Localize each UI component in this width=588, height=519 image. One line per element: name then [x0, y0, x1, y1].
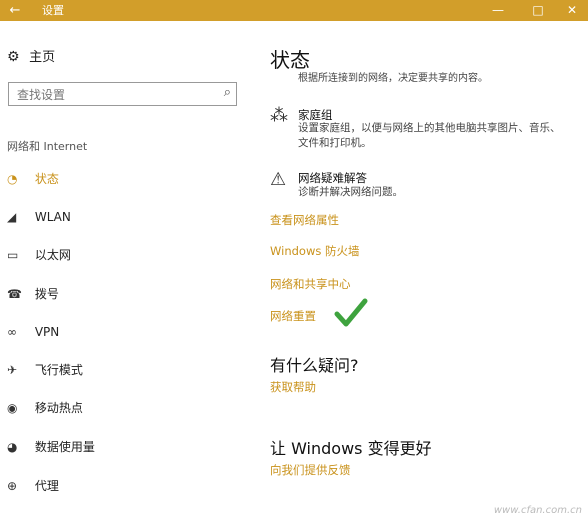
sidebar-item-label: WLAN: [34, 210, 71, 224]
sidebar-item-label: 移动热点: [34, 401, 83, 415]
view-network-properties-link[interactable]: 查看网络属性: [270, 212, 339, 228]
network-reset-link[interactable]: 网络重置: [270, 308, 316, 324]
sidebar-item-status[interactable]: ◔ 状态: [7, 170, 59, 188]
network-sharing-center-link[interactable]: 网络和共享中心: [270, 276, 351, 292]
feedback-link[interactable]: 向我们提供反馈: [270, 462, 351, 478]
sidebar-item-hotspot[interactable]: ◉ 移动热点: [7, 399, 83, 417]
search-icon[interactable]: ⌕: [224, 85, 231, 100]
window-title: 设置: [42, 4, 64, 17]
globe-status-icon: ◔: [7, 172, 18, 186]
warning-icon: ⚠: [270, 169, 287, 190]
search-input[interactable]: [15, 84, 209, 106]
help-heading: 有什么疑问?: [270, 356, 359, 375]
sidebar-item-label: 代理: [34, 479, 59, 493]
gear-icon: ⚙: [7, 49, 20, 65]
troubleshoot-description: 诊断并解决网络问题。: [298, 186, 403, 198]
sidebar-item-label: VPN: [34, 325, 60, 339]
checkmark-icon: [334, 298, 368, 327]
close-button[interactable]: ✕: [552, 0, 588, 21]
sidebar-item-label: 状态: [34, 172, 59, 186]
vpn-icon: ∞: [7, 325, 17, 339]
homegroup-icon: ⁂: [270, 105, 288, 126]
globe-icon: ⊕: [7, 479, 18, 493]
sidebar-item-data-usage[interactable]: ◕ 数据使用量: [7, 438, 95, 456]
airplane-icon: ✈: [7, 363, 18, 377]
dialup-icon: ☎: [7, 287, 22, 301]
troubleshoot-title[interactable]: 网络疑难解答: [298, 170, 367, 186]
cutoff-description: 根据所连接到的网络，决定要共享的内容。: [298, 73, 488, 84]
home-label: 主页: [29, 50, 56, 65]
sidebar-item-proxy[interactable]: ⊕ 代理: [7, 477, 59, 495]
title-bar: ← 设置 — □ ✕: [0, 0, 588, 21]
search-box: ⌕: [8, 82, 237, 106]
sidebar-item-dialup[interactable]: ☎ 拨号: [7, 285, 59, 303]
sidebar-item-label: 以太网: [34, 248, 71, 262]
ethernet-icon: ▭: [7, 248, 19, 262]
section-title: 网络和 Internet: [7, 140, 88, 153]
windows-firewall-link[interactable]: Windows 防火墙: [270, 243, 360, 259]
sidebar-item-ethernet[interactable]: ▭ 以太网: [7, 246, 71, 264]
wifi-icon: ◢: [7, 210, 17, 224]
homegroup-description: 设置家庭组，以便与网络上的其他电脑共享图片、音乐、文件和打印机。: [298, 122, 561, 149]
home-nav-item[interactable]: ⚙ 主页: [7, 46, 55, 65]
sidebar-item-wlan[interactable]: ◢ WLAN: [7, 208, 71, 226]
sidebar-item-label: 数据使用量: [34, 440, 95, 454]
sidebar-item-label: 飞行模式: [34, 363, 83, 377]
back-button[interactable]: ←: [0, 0, 30, 21]
sidebar-item-label: 拨号: [34, 287, 59, 301]
data-usage-icon: ◕: [7, 440, 18, 454]
improve-heading: 让 Windows 变得更好: [270, 439, 432, 458]
watermark: www.cfan.com.cn: [493, 505, 582, 516]
sidebar-item-airplane[interactable]: ✈ 飞行模式: [7, 361, 83, 379]
minimize-button[interactable]: —: [478, 0, 518, 21]
sidebar-item-vpn[interactable]: ∞ VPN: [7, 323, 59, 341]
get-help-link[interactable]: 获取帮助: [270, 379, 316, 395]
hotspot-icon: ◉: [7, 401, 18, 415]
